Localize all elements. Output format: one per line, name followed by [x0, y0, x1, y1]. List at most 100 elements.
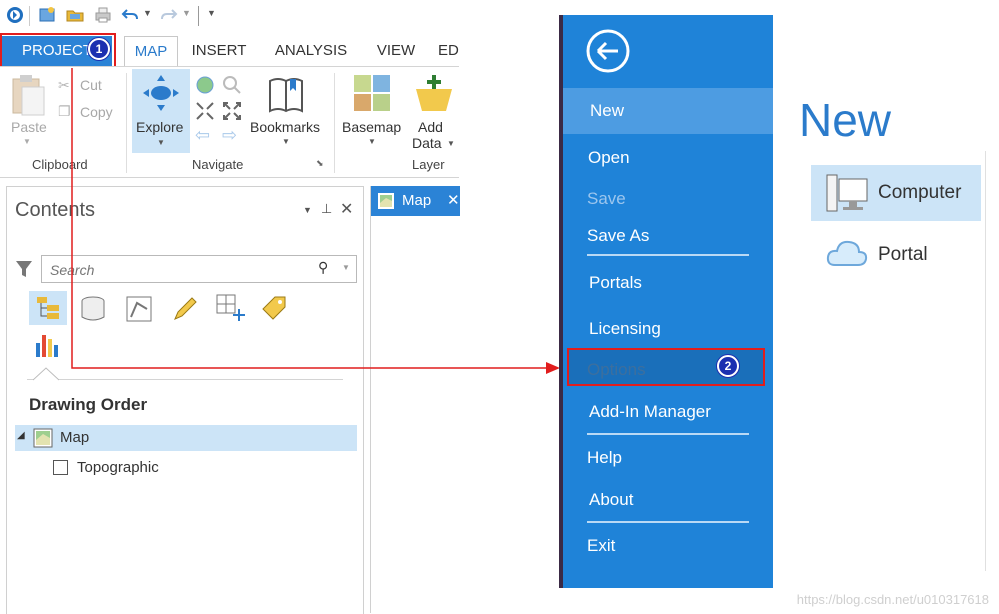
menu-item-save[interactable]: Save — [587, 189, 626, 209]
search-box: ⚲ ▼ — [41, 255, 357, 283]
backstage-view: New Open Save Save As Portals Licensing … — [559, 15, 999, 613]
pin-icon[interactable]: ⊥ — [321, 201, 332, 217]
add-data-dropdown-icon[interactable]: ▼ — [447, 139, 455, 148]
content-divider — [985, 151, 986, 571]
layer-row-map[interactable]: ◢ Map — [15, 425, 357, 451]
group-label-clipboard: Clipboard — [32, 157, 88, 172]
add-data-icon[interactable] — [414, 73, 454, 113]
list-by-editing-icon[interactable] — [171, 295, 199, 323]
ribbon-map: Paste ▼ ✂ Cut ❐ Copy Clipboard Explore ▼… — [0, 66, 459, 178]
list-by-selection-icon[interactable] — [125, 295, 153, 323]
layer-name-map: Map — [60, 429, 90, 446]
list-by-charts-icon[interactable] — [33, 329, 63, 359]
undo-dropdown-icon[interactable]: ▼ — [143, 8, 152, 18]
menu-divider — [587, 254, 749, 256]
computer-icon — [826, 174, 868, 212]
arcgis-logo-icon[interactable] — [6, 6, 24, 24]
menu-item-portals[interactable]: Portals — [589, 273, 642, 293]
annotation-badge-2: 2 — [717, 355, 739, 377]
new-location-computer[interactable]: Computer — [811, 165, 981, 221]
search-input[interactable] — [48, 258, 302, 282]
annotation-badge-1: 1 — [88, 38, 110, 60]
arcgis-pro-window: ▼ ▼ ▼ PROJECT MAP INSERT ANALYSIS VIEW E… — [0, 0, 460, 614]
close-map-tab-icon[interactable]: ✕ — [447, 191, 460, 209]
zoom-to-layer-icon[interactable] — [222, 75, 242, 95]
list-by-snapping-icon[interactable] — [215, 293, 245, 323]
tab-edit[interactable]: ED — [438, 38, 459, 64]
layer-row-topographic[interactable]: Topographic — [15, 455, 357, 481]
add-data-label-1[interactable]: Add — [418, 119, 443, 135]
explore-button[interactable]: Explore ▼ — [132, 69, 190, 153]
menu-divider — [587, 433, 749, 435]
list-by-drawing-order-button[interactable] — [29, 291, 67, 325]
page-title: New — [799, 94, 892, 146]
basemap-button[interactable]: Basemap — [342, 119, 401, 135]
portal-label: Portal — [878, 244, 928, 265]
ribbon-separator — [334, 73, 335, 173]
back-arrow-icon[interactable] — [585, 28, 631, 74]
customize-toolbar-icon[interactable]: ▼ — [207, 8, 216, 18]
tab-map[interactable]: MAP — [124, 36, 178, 67]
tab-view[interactable]: VIEW — [368, 38, 424, 64]
map-view-tab-label: Map — [402, 192, 432, 209]
view-divider — [27, 379, 343, 380]
bookmarks-dropdown-icon[interactable]: ▼ — [282, 137, 290, 146]
menu-item-exit[interactable]: Exit — [587, 536, 615, 556]
open-project-icon[interactable] — [66, 6, 84, 24]
undo-icon[interactable] — [121, 6, 139, 24]
menu-item-help[interactable]: Help — [587, 448, 622, 468]
explore-icon — [143, 75, 179, 111]
redo-icon[interactable] — [160, 6, 178, 24]
print-icon[interactable] — [94, 6, 112, 24]
map-view: Map ✕ — [370, 186, 460, 613]
layer-name-topographic: Topographic — [77, 459, 159, 476]
menu-item-save-as[interactable]: Save As — [587, 226, 649, 246]
computer-label: Computer — [878, 182, 962, 203]
contents-title: Contents — [15, 199, 96, 221]
collapse-icon[interactable]: ◢ — [17, 430, 25, 441]
basemap-dropdown-icon[interactable]: ▼ — [368, 137, 376, 146]
view-pointer-icon — [33, 367, 59, 381]
fixed-zoom-in-icon[interactable] — [195, 101, 215, 121]
search-options-icon[interactable]: ▼ — [342, 263, 350, 272]
menu-item-open[interactable]: Open — [588, 148, 630, 168]
navigate-options-icon[interactable]: ⬊ — [316, 158, 324, 169]
list-by-labeling-icon[interactable] — [259, 293, 289, 323]
menu-divider — [587, 521, 749, 523]
drawing-order-heading: Drawing Order — [29, 395, 148, 414]
search-icon[interactable]: ⚲ — [318, 259, 328, 276]
new-location-portal[interactable]: Portal — [811, 227, 981, 283]
paste-dropdown-icon[interactable]: ▼ — [23, 137, 31, 146]
filter-icon[interactable] — [15, 259, 33, 279]
menu-item-new[interactable]: New — [590, 101, 624, 121]
paste-icon[interactable] — [10, 73, 48, 119]
previous-extent-icon[interactable]: ⇦ — [195, 125, 210, 146]
explore-dropdown-icon[interactable]: ▼ — [157, 138, 165, 147]
new-project-icon[interactable] — [38, 6, 56, 24]
ribbon-separator — [126, 73, 127, 173]
menu-item-about[interactable]: About — [589, 490, 633, 510]
contents-pane: Contents ▼ ⊥ ✕ ⚲ ▼ — [6, 186, 364, 614]
list-by-source-icon[interactable] — [79, 295, 107, 323]
bookmarks-button[interactable]: Bookmarks — [250, 119, 320, 135]
map-view-tab[interactable]: Map ✕ — [371, 186, 460, 216]
basemap-icon[interactable] — [352, 73, 392, 113]
tab-insert[interactable]: INSERT — [186, 38, 252, 64]
pane-menu-icon[interactable]: ▼ — [303, 205, 312, 215]
close-icon[interactable]: ✕ — [340, 199, 353, 219]
menu-item-add-in-manager[interactable]: Add-In Manager — [589, 402, 711, 422]
menu-item-licensing[interactable]: Licensing — [589, 319, 661, 339]
redo-dropdown-icon[interactable]: ▼ — [182, 8, 191, 18]
cloud-icon — [826, 240, 868, 266]
layer-visibility-checkbox[interactable] — [53, 460, 68, 475]
copy-button[interactable]: Copy — [80, 104, 113, 120]
quick-access-toolbar: ▼ ▼ ▼ — [0, 0, 459, 32]
add-data-label-2[interactable]: Data — [412, 135, 442, 151]
fixed-zoom-out-icon[interactable] — [222, 101, 242, 121]
paste-button[interactable]: Paste — [11, 119, 47, 135]
tab-analysis[interactable]: ANALYSIS — [268, 38, 354, 64]
cut-button[interactable]: Cut — [80, 77, 102, 93]
next-extent-icon[interactable]: ⇨ — [222, 125, 237, 146]
bookmarks-icon[interactable] — [266, 75, 306, 115]
full-extent-icon[interactable] — [195, 75, 215, 95]
